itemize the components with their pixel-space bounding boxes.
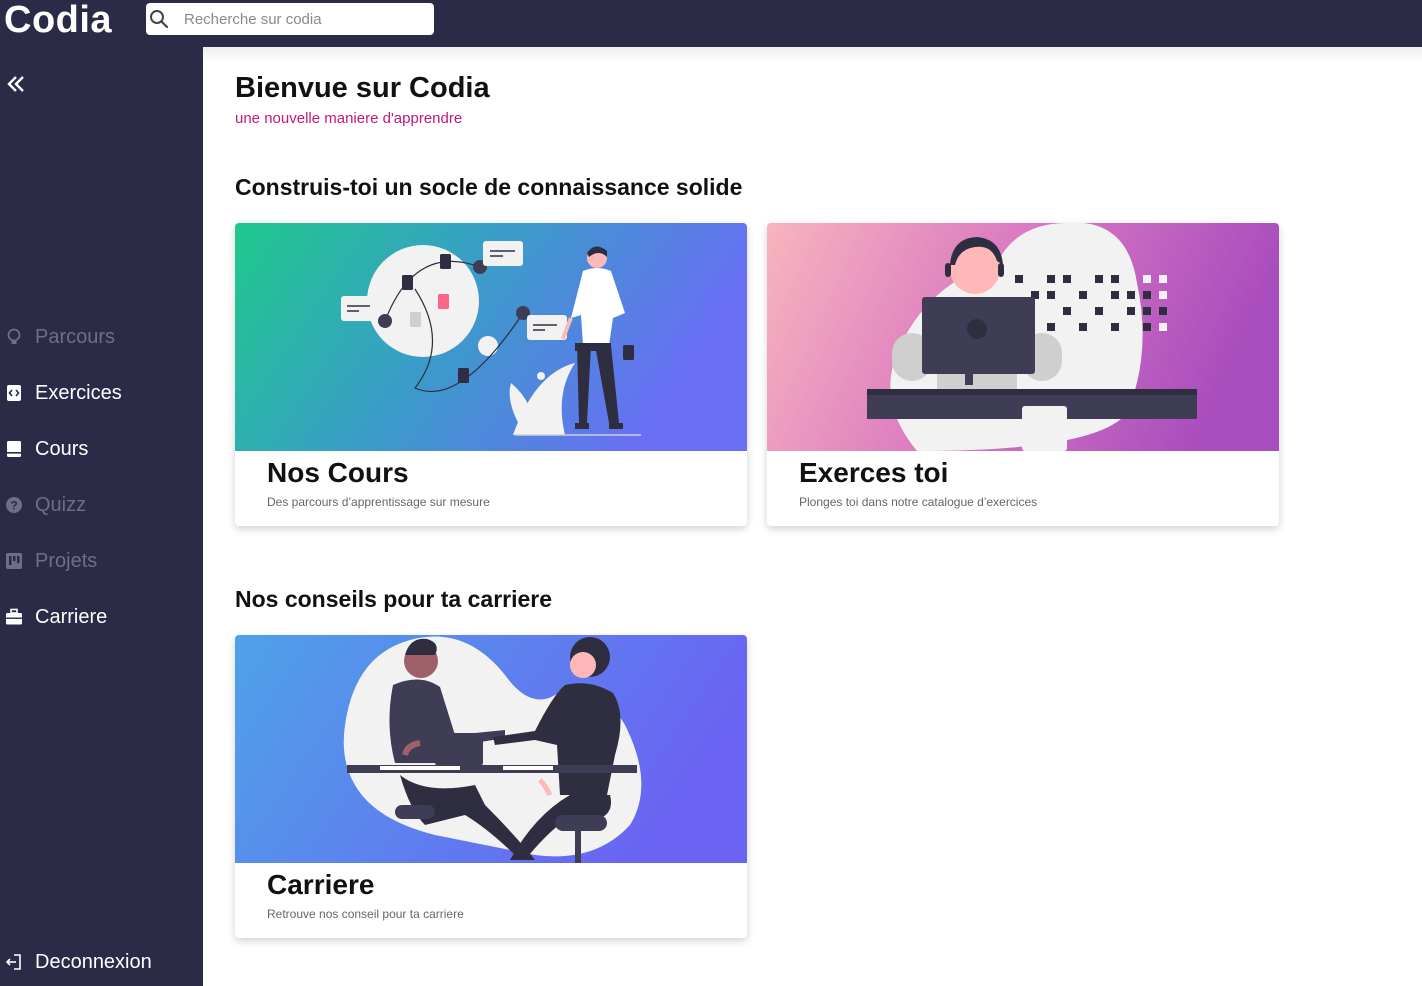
sidebar-item-parcours[interactable]: Parcours (0, 317, 203, 357)
sidebar-item-carriere[interactable]: Carriere (0, 597, 203, 637)
card-title: Exerces toi (799, 457, 949, 488)
kanban-icon (5, 552, 23, 570)
sidebar-item-label: Quizz (35, 493, 87, 516)
card-description: Des parcours d’apprentissage sur mesure (267, 495, 490, 509)
logout-button[interactable]: Deconnexion (0, 942, 203, 982)
sidebar-item-label: Carriere (35, 605, 108, 628)
briefcase-icon (5, 608, 23, 626)
exercises-illustration (767, 223, 1279, 451)
collapse-sidebar-icon[interactable] (5, 73, 27, 95)
search-box[interactable] (146, 3, 434, 35)
search-input[interactable] (184, 3, 424, 35)
lightbulb-icon (5, 328, 23, 346)
sidebar: Parcours Exercices Cours ? Quizz Projets… (0, 47, 203, 986)
logout-label: Deconnexion (35, 950, 152, 973)
card-title: Carriere (267, 869, 375, 900)
sidebar-item-label: Parcours (35, 325, 116, 348)
section-title: Nos conseils pour ta carriere (235, 586, 553, 612)
page-title: Bienvue sur Codia (235, 72, 490, 104)
book-icon (5, 440, 23, 458)
card-title: Nos Cours (267, 457, 409, 488)
courses-illustration (235, 223, 747, 451)
sidebar-item-label: Projets (35, 549, 98, 572)
sidebar-item-quizz[interactable]: ? Quizz (0, 485, 203, 525)
card-description: Plonges toi dans notre catalogue d’exerc… (799, 495, 1038, 509)
code-file-icon (5, 384, 23, 402)
card-exerces-toi[interactable]: Exerces toi Plonges toi dans notre catal… (767, 223, 1279, 526)
sidebar-item-exercices[interactable]: Exercices (0, 373, 203, 413)
help-circle-icon: ? (5, 496, 23, 514)
sidebar-item-cours[interactable]: Cours (0, 429, 203, 469)
logout-icon (5, 953, 23, 971)
card-nos-cours[interactable]: Nos Cours Des parcours d’apprentissage s… (235, 223, 747, 526)
sidebar-item-label: Exercices (35, 381, 122, 404)
sidebar-item-projets[interactable]: Projets (0, 541, 203, 581)
top-bar: Codia (0, 0, 1422, 47)
search-icon (150, 10, 169, 29)
card-carriere[interactable]: Carriere Retrouve nos conseil pour ta ca… (235, 635, 747, 938)
sidebar-item-label: Cours (35, 437, 89, 460)
header-shadow (203, 47, 1422, 61)
page-subtitle: une nouvelle maniere d'apprendre (235, 110, 463, 127)
app-logo[interactable]: Codia (4, 0, 112, 40)
svg-text:?: ? (10, 499, 17, 513)
career-illustration (235, 635, 747, 863)
card-description: Retrouve nos conseil pour ta carriere (267, 907, 464, 921)
section-title: Construis-toi un socle de connaissance s… (235, 174, 743, 200)
